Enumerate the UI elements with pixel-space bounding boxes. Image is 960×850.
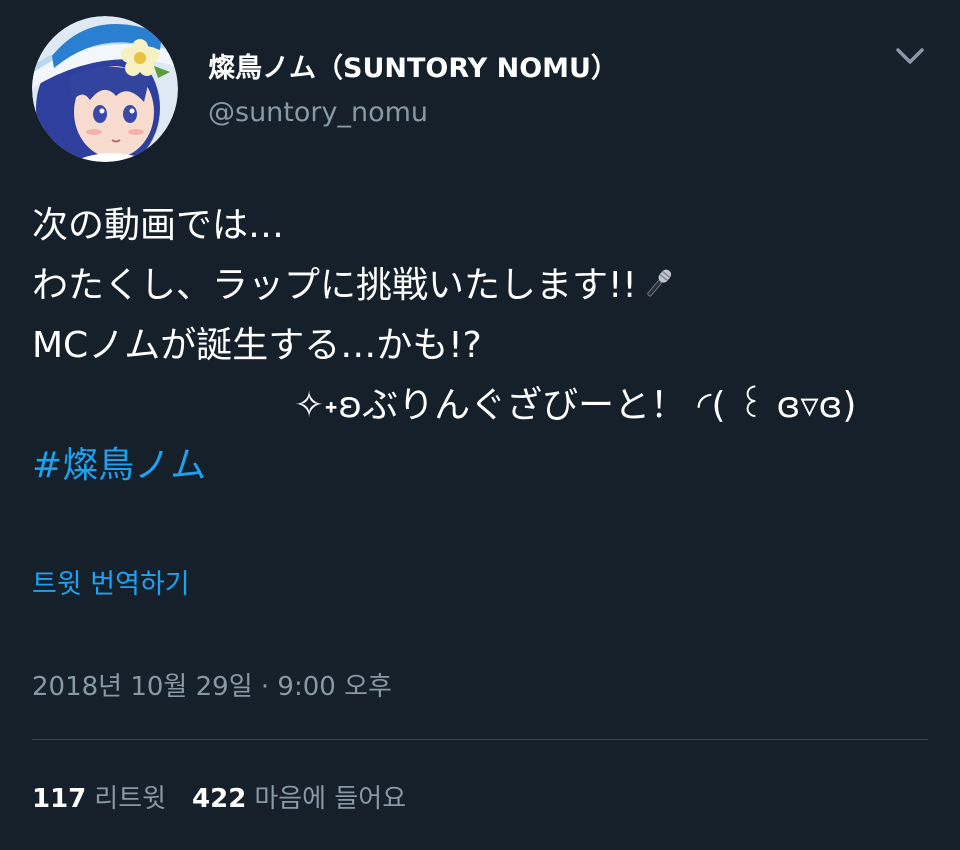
retweets-count: 117 (32, 784, 87, 814)
microphone-icon (641, 260, 677, 297)
avatar[interactable] (32, 16, 178, 162)
tweet-text-line: わたくし、ラップに挑戦いたします!! (32, 265, 637, 306)
tweet-timestamp[interactable]: 2018년 10월 29일 · 9:00 오후 (32, 668, 392, 706)
tweet-stats: 117 리트윗 422 마음에 들어요 (32, 780, 406, 818)
tweet-body: 次の動画では… わたくし、ラップに挑戦いたします!! MCノムが誕生する…かも!… (32, 196, 932, 496)
translate-tweet-link[interactable]: 트윗 번역하기 (32, 566, 190, 604)
likes-stat[interactable]: 422 마음에 들어요 (192, 784, 406, 814)
user-handle[interactable]: @suntory_nomu (208, 94, 618, 132)
likes-count: 422 (192, 784, 247, 814)
tweet-text-line: MCノムが誕生する…かも!? (32, 325, 482, 366)
retweets-label: 리트윗 (94, 784, 167, 814)
tweet-header: 燦鳥ノム（SUNTORY NOMU） @suntory_nomu (32, 16, 928, 162)
chevron-down-icon[interactable] (892, 44, 928, 70)
likes-label: 마음에 들어요 (254, 784, 407, 814)
tweet-text-line: 次の動画では… (32, 205, 285, 246)
tweet-text-line: ✧˖ʚぶりんぐざびーと！ ◜( ꒰ ɞ▿ɞ) (294, 385, 857, 426)
display-name[interactable]: 燦鳥ノム（SUNTORY NOMU） (208, 50, 618, 88)
tweet-text-line-with-mic: わたくし、ラップに挑戦いたします!! (32, 256, 932, 316)
divider (32, 739, 928, 740)
retweets-stat[interactable]: 117 리트윗 (32, 784, 166, 814)
hashtag-link[interactable]: #燦鳥ノム (32, 436, 932, 496)
author-info[interactable]: 燦鳥ノム（SUNTORY NOMU） @suntory_nomu (208, 50, 618, 132)
